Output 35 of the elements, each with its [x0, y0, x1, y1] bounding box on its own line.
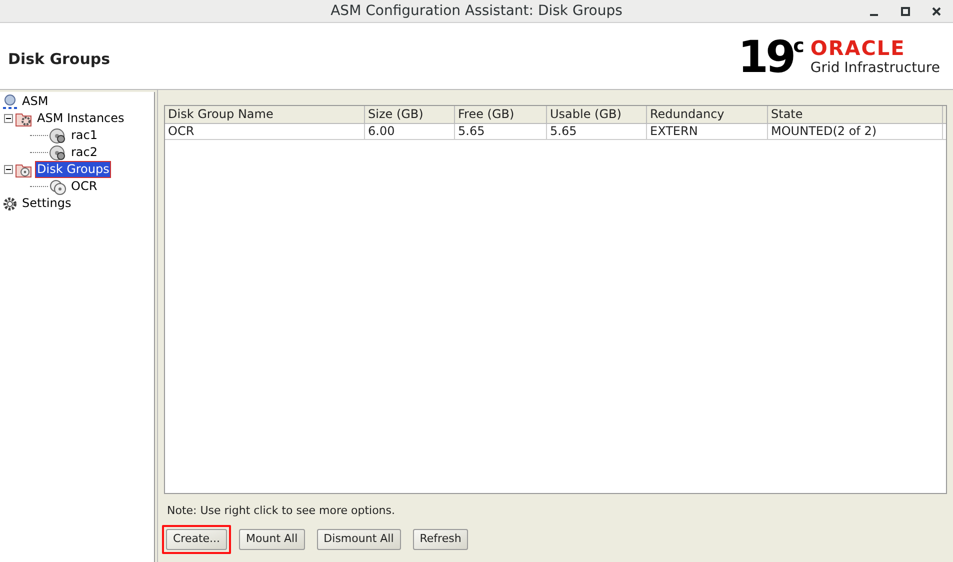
- maximize-icon[interactable]: [901, 7, 910, 16]
- close-icon[interactable]: [932, 7, 941, 16]
- table-cell: OCR: [165, 124, 365, 139]
- action-button[interactable]: Mount All: [239, 529, 305, 550]
- tree-item[interactable]: rac2: [70, 145, 99, 160]
- table-cell: MOUNTED(2 of 2): [768, 124, 943, 139]
- tree-item[interactable]: ASM: [21, 94, 50, 109]
- table-cell: 6.00: [365, 124, 455, 139]
- window-title: ASM Configuration Assistant: Disk Groups: [330, 2, 622, 20]
- table-cell: 5.65: [547, 124, 647, 139]
- column-header[interactable]: State: [768, 106, 943, 123]
- network-icon: [2, 94, 18, 110]
- note-text: Note: Use right click to see more options.: [167, 502, 396, 518]
- tree-item[interactable]: ASM Instances: [36, 111, 126, 126]
- table-cell: 5.65: [455, 124, 547, 139]
- folder-gear-icon: [15, 110, 33, 126]
- column-header[interactable]: Redundancy: [647, 106, 768, 123]
- column-header[interactable]: Size (GB): [365, 106, 455, 123]
- collapse-icon[interactable]: [4, 114, 13, 123]
- tree-item[interactable]: Disk Groups: [36, 162, 110, 177]
- column-header[interactable]: Free (GB): [455, 106, 547, 123]
- table-cell: EXTERN: [647, 124, 768, 139]
- action-button[interactable]: Create...: [166, 529, 228, 550]
- tree-item[interactable]: rac1: [70, 128, 99, 143]
- column-header[interactable]: Usable (GB): [547, 106, 647, 123]
- disk-icon: [49, 178, 67, 194]
- disk-gear-icon: [49, 126, 67, 144]
- page-heading: Disk Groups: [8, 48, 110, 70]
- action-button[interactable]: Refresh: [412, 529, 468, 550]
- disk-gear-icon: [49, 144, 67, 162]
- tree-item[interactable]: Settings: [21, 196, 72, 211]
- tree-item[interactable]: OCR: [70, 179, 98, 194]
- collapse-icon[interactable]: [4, 165, 13, 174]
- column-header[interactable]: Disk Group Name: [165, 106, 365, 123]
- action-button[interactable]: Dismount All: [316, 529, 401, 550]
